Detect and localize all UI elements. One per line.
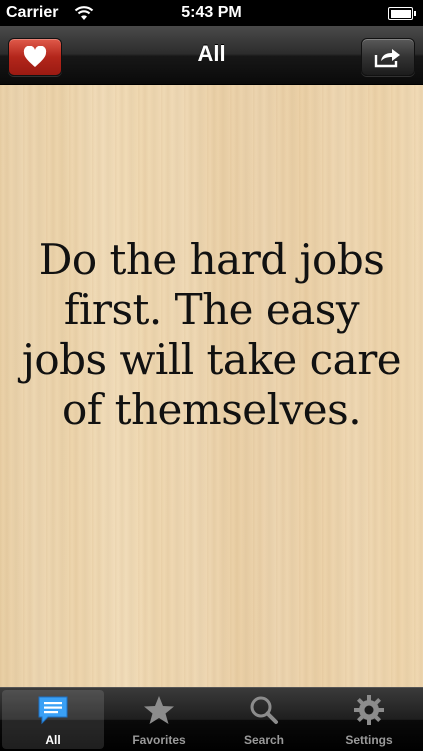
tab-search-label: Search	[243, 733, 285, 747]
tab-all[interactable]: All	[2, 690, 104, 749]
battery-icon	[388, 7, 416, 20]
clock: 5:43 PM	[181, 4, 242, 21]
share-icon	[374, 49, 400, 68]
tab-all-label: All	[45, 733, 61, 747]
tab-settings-label: Settings	[345, 733, 393, 747]
navigation-bar: All	[0, 26, 423, 85]
speech-bubble-icon	[38, 696, 68, 725]
gear-icon	[354, 695, 384, 725]
tab-search[interactable]: Search	[213, 690, 315, 749]
quote-panel[interactable]: Do the hard jobs first. The easy jobs wi…	[0, 85, 423, 687]
page-title: All	[197, 41, 226, 66]
tab-bar: All Favorites Search Settings	[0, 687, 423, 751]
tab-favorites-label: Favorites	[132, 733, 186, 747]
status-bar: Carrier 5:43 PM	[0, 0, 423, 26]
star-icon	[144, 696, 174, 724]
quote-text: Do the hard jobs first. The easy jobs wi…	[21, 235, 402, 434]
tab-favorites[interactable]: Favorites	[108, 690, 210, 749]
magnifier-icon	[250, 696, 278, 724]
tab-settings[interactable]: Settings	[318, 690, 420, 749]
share-button[interactable]	[361, 38, 415, 76]
